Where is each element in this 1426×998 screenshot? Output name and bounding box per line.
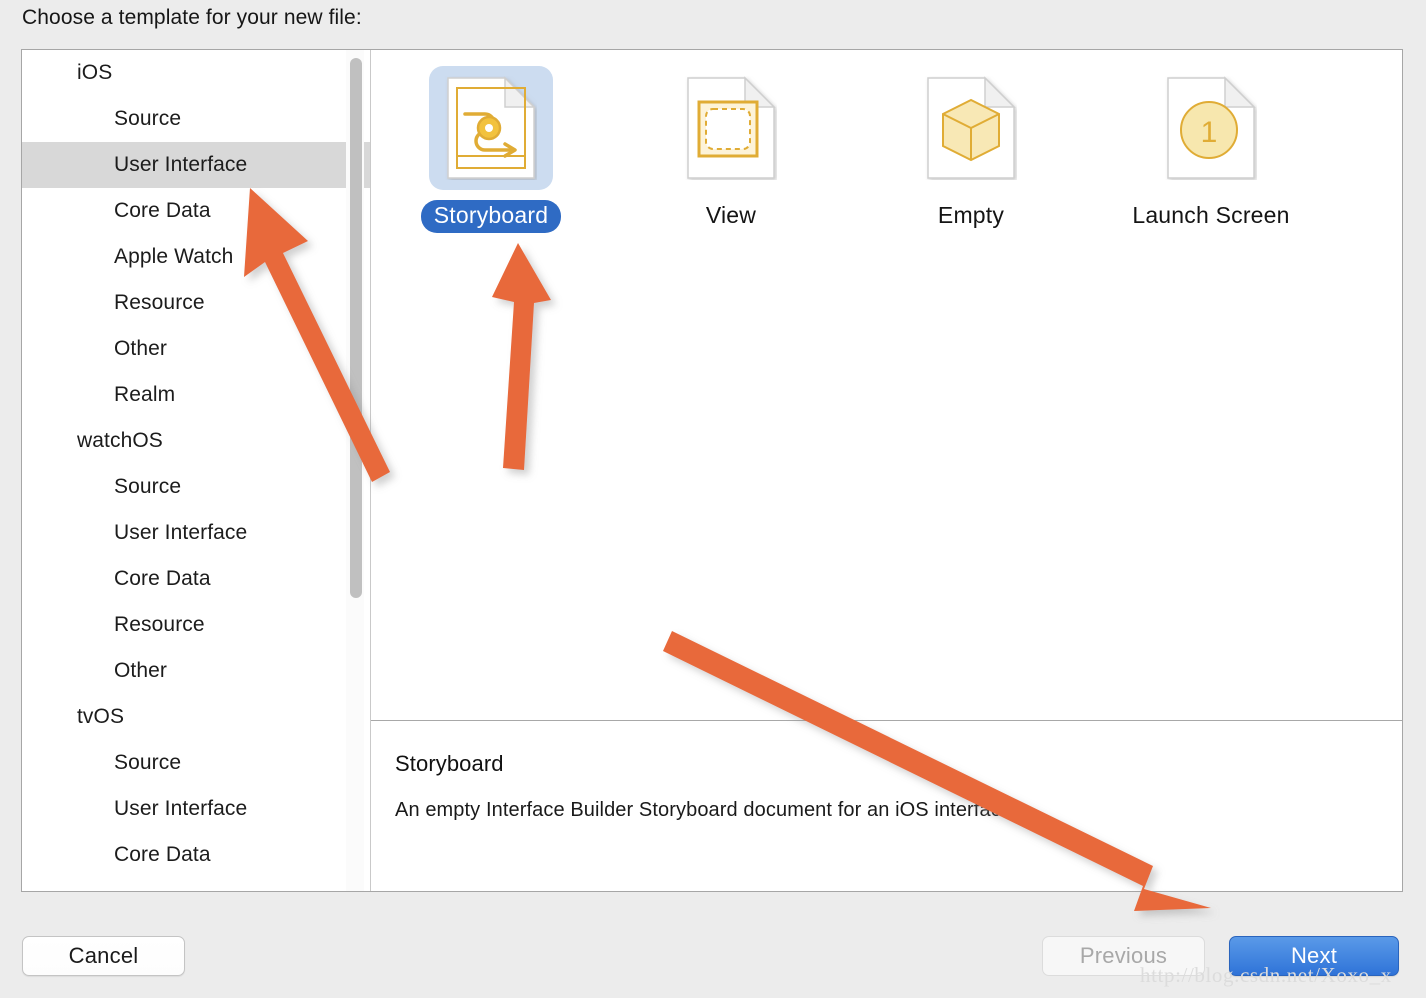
template-chooser-body: iOS Source User Interface Core Data Apple Wa… xyxy=(21,49,1403,892)
sidebar-item-user-interface[interactable]: User Interface xyxy=(22,510,370,556)
template-item-launch-screen[interactable]: 1 Launch Screen xyxy=(1091,62,1331,233)
template-description: Storyboard An empty Interface Builder St… xyxy=(371,720,1402,891)
sidebar-item-label: Source xyxy=(114,475,182,498)
svg-text:1: 1 xyxy=(1201,116,1218,149)
empty-cube-document-icon xyxy=(909,66,1033,190)
category-sidebar: iOS Source User Interface Core Data Apple Wa… xyxy=(22,50,371,891)
template-item-view[interactable]: View xyxy=(611,62,851,233)
description-text: An empty Interface Builder Storyboard do… xyxy=(395,799,1018,821)
sidebar-item-tvos[interactable]: tvOS xyxy=(22,694,370,740)
sidebar-item-label: watchOS xyxy=(77,429,163,452)
template-item-label: View xyxy=(705,202,757,228)
sidebar-item-label: Apple Watch xyxy=(114,245,234,268)
sidebar-item-resource[interactable]: Resource xyxy=(22,280,370,326)
sidebar-item-label: Other xyxy=(114,659,168,682)
sidebar-item-source[interactable]: Source xyxy=(22,464,370,510)
sidebar-item-label: iOS xyxy=(77,61,113,84)
sidebar-item-label: User Interface xyxy=(114,153,248,176)
sidebar-item-label: User Interface xyxy=(114,521,248,544)
page-title: Choose a template for your new file: xyxy=(22,6,362,29)
sidebar-item-label: tvOS xyxy=(77,705,125,728)
sidebar-item-label: Core Data xyxy=(114,843,211,866)
launch-screen-document-icon: 1 xyxy=(1149,66,1273,190)
vertical-scrollbar[interactable] xyxy=(346,50,364,891)
sidebar-item-realm[interactable]: Realm xyxy=(22,372,370,418)
sidebar-item-other[interactable]: Other xyxy=(22,648,370,694)
sidebar-item-label: Realm xyxy=(114,383,176,406)
sidebar-item-apple-watch[interactable]: Apple Watch xyxy=(22,234,370,280)
view-document-icon xyxy=(669,66,793,190)
sidebar-item-other[interactable]: Other xyxy=(22,326,370,372)
sidebar-item-watchos[interactable]: watchOS xyxy=(22,418,370,464)
template-grid: Storyboard View Empty 1 Launch Screen xyxy=(371,50,1402,720)
storyboard-document-icon xyxy=(429,66,553,190)
sidebar-item-label: Resource xyxy=(114,291,205,314)
template-item-label: Launch Screen xyxy=(1132,202,1290,228)
template-detail-pane: Storyboard View Empty 1 Launch Screen Storyb… xyxy=(371,50,1402,891)
template-item-storyboard[interactable]: Storyboard xyxy=(371,62,611,233)
sidebar-item-user-interface[interactable]: User Interface xyxy=(22,142,370,188)
sidebar-item-label: Resource xyxy=(114,613,205,636)
sidebar-item-label: Other xyxy=(114,337,168,360)
sidebar-item-label: Source xyxy=(114,107,182,130)
template-item-empty[interactable]: Empty xyxy=(851,62,1091,233)
category-list: iOS Source User Interface Core Data Apple Wa… xyxy=(22,50,370,878)
sidebar-item-label: User Interface xyxy=(114,797,248,820)
template-item-label: Storyboard xyxy=(420,200,562,233)
sidebar-item-label: Core Data xyxy=(114,199,211,222)
sidebar-item-ios[interactable]: iOS xyxy=(22,50,370,96)
sidebar-item-core-data[interactable]: Core Data xyxy=(22,188,370,234)
sidebar-item-source[interactable]: Source xyxy=(22,740,370,786)
watermark-text: http://blog.csdn.net/Xoxo_x xyxy=(1140,963,1392,987)
cancel-button[interactable]: Cancel xyxy=(22,936,185,976)
sidebar-item-label: Core Data xyxy=(114,567,211,590)
sidebar-item-resource[interactable]: Resource xyxy=(22,602,370,648)
sidebar-item-core-data[interactable]: Core Data xyxy=(22,832,370,878)
template-item-label: Empty xyxy=(937,202,1005,228)
sidebar-item-user-interface[interactable]: User Interface xyxy=(22,786,370,832)
sidebar-item-source[interactable]: Source xyxy=(22,96,370,142)
sidebar-item-label: Source xyxy=(114,751,182,774)
scrollbar-thumb[interactable] xyxy=(350,58,362,598)
description-title: Storyboard xyxy=(395,751,504,776)
sidebar-item-core-data[interactable]: Core Data xyxy=(22,556,370,602)
